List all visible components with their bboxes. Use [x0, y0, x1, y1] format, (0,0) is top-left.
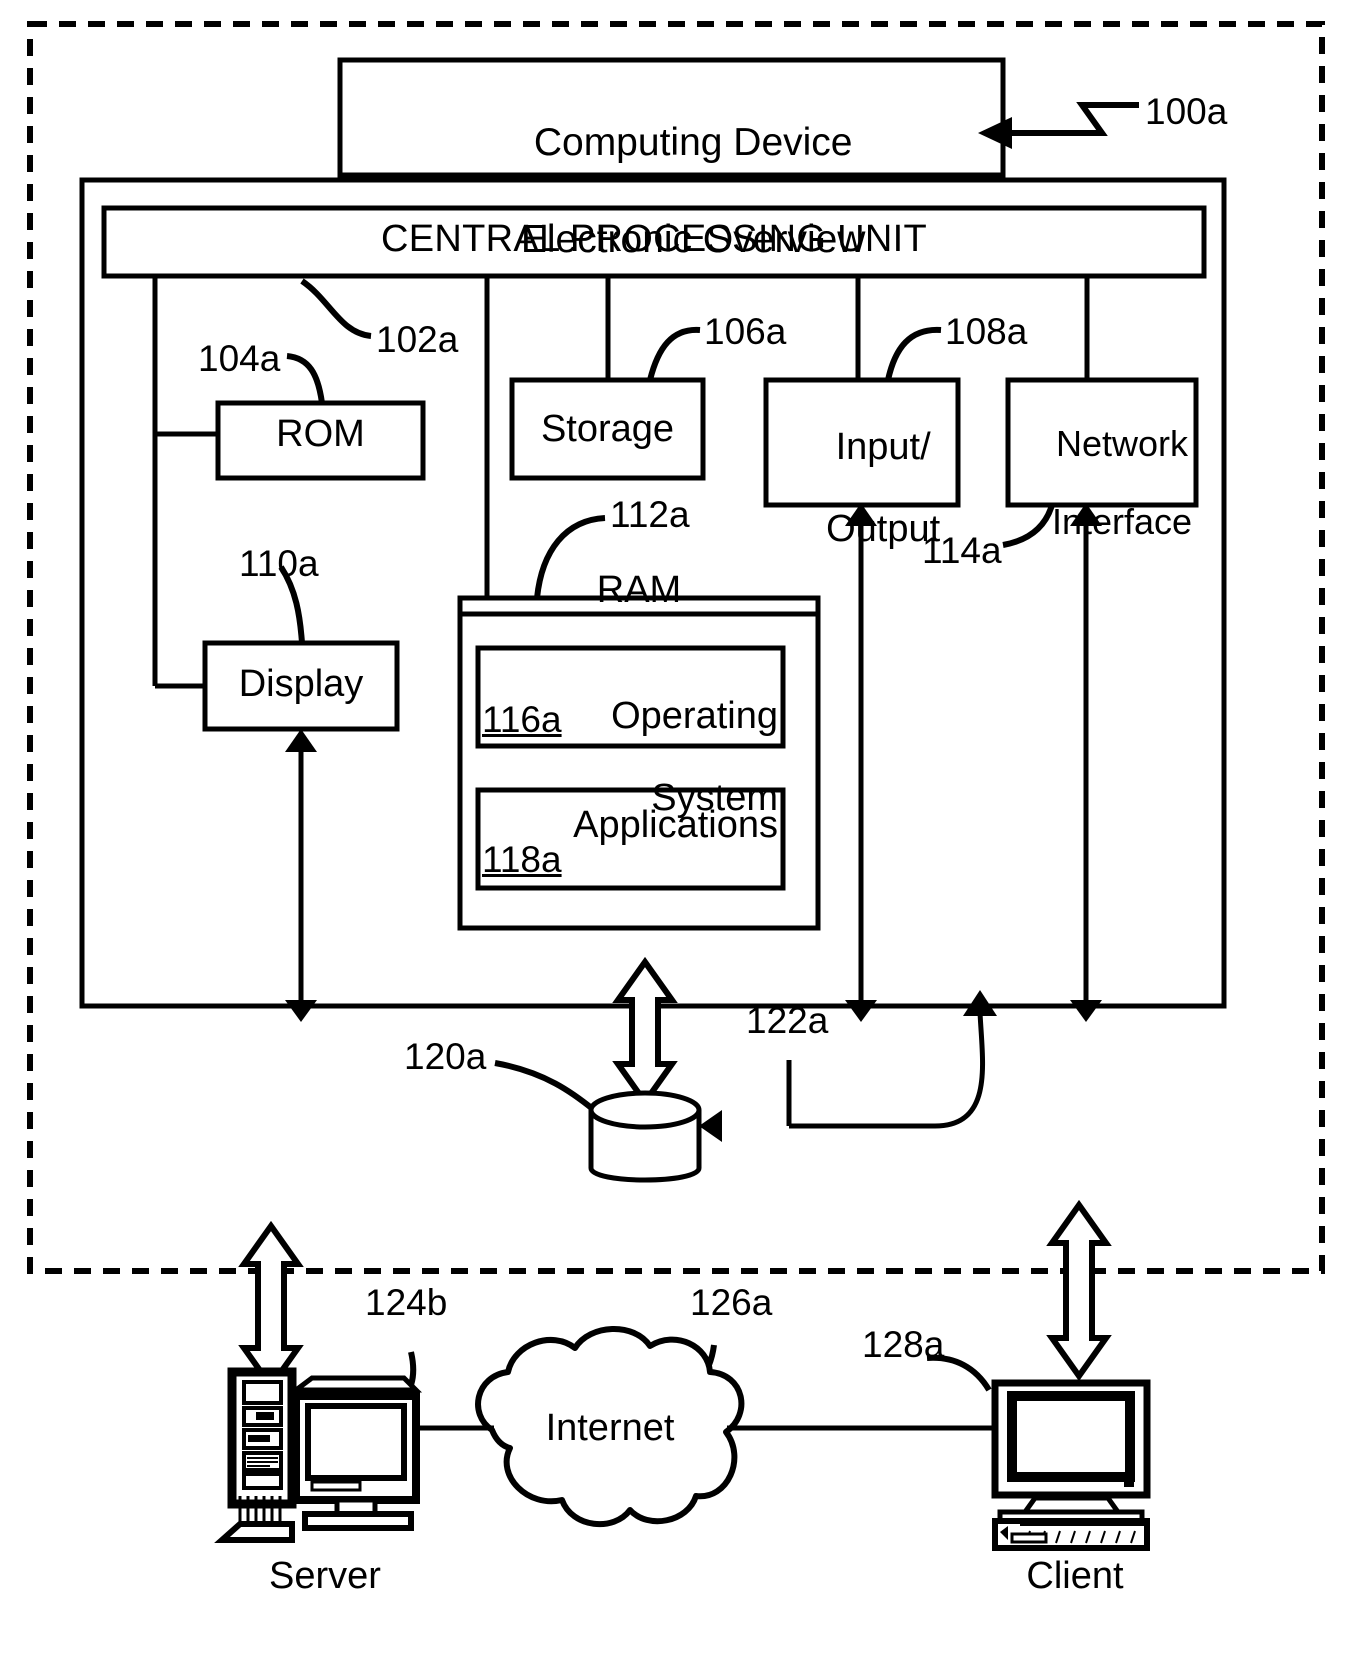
db-double-arrow — [612, 956, 678, 1108]
feedback-arrow-head-left — [699, 1110, 722, 1142]
ref-104a: 104a — [198, 338, 281, 379]
storage-label: Storage — [540, 408, 675, 450]
ref-106a: 106a — [704, 311, 787, 352]
ref-122a: 122a — [746, 1000, 829, 1041]
client-label: Client — [1026, 1555, 1124, 1597]
ref-102a: 102a — [376, 319, 459, 360]
internet-label: Internet — [545, 1407, 675, 1449]
ref-126a: 126a — [690, 1282, 773, 1323]
ref-112a: 112a — [610, 494, 690, 535]
display-label: Display — [238, 663, 364, 705]
applications-label: Applications — [573, 804, 778, 846]
title-box-label: Computing Device Electronic Overview — [345, 70, 998, 314]
title-line-1: Computing Device — [533, 120, 853, 164]
ref-120a: 120a — [404, 1036, 487, 1077]
ref-108a: 108a — [945, 311, 1028, 352]
feedback-arrow-head-up — [963, 990, 997, 1016]
network-interface-line-2: Interface — [1051, 500, 1193, 542]
io-arrow-head-down — [845, 1000, 877, 1022]
network-interface-line-1: Network — [1055, 422, 1189, 464]
server-label: Server — [269, 1555, 381, 1597]
display-arrow-head-down — [285, 1000, 317, 1022]
ref-100a: 100a — [1145, 91, 1228, 132]
server-double-arrow — [238, 1220, 304, 1392]
leader-100a — [1012, 102, 1139, 136]
patent-figure-page: Computing Device Electronic Overview 100… — [0, 0, 1356, 1655]
database-top — [588, 1090, 702, 1130]
leader-108a — [885, 326, 942, 381]
leader-104a — [286, 353, 325, 404]
input-output-line-1: Input/ — [835, 426, 931, 469]
client-double-arrow — [1046, 1199, 1112, 1382]
ram-label: RAM — [596, 569, 682, 611]
ref-116a: 116a — [482, 699, 562, 740]
client-icon — [991, 1379, 1151, 1551]
server-icon — [214, 1367, 423, 1543]
ref-128a: 128a — [862, 1324, 945, 1365]
operating-system-line-1: Operating — [611, 695, 778, 738]
display-arrow-head-up — [285, 729, 317, 752]
ref-114a: 114a — [922, 530, 1002, 571]
network-interface-label: Network Interface — [1002, 386, 1202, 580]
ni-arrow-head-down — [1070, 1000, 1102, 1022]
cpu-label: CENTRAL PROCESSING UNIT — [380, 218, 927, 260]
leader-106a — [647, 326, 701, 381]
ref-110a: 110a — [239, 543, 319, 584]
ref-124b: 124b — [365, 1282, 448, 1323]
ref-118a: 118a — [482, 839, 562, 880]
rom-label: ROM — [276, 413, 365, 455]
leader-120a — [494, 1060, 596, 1113]
